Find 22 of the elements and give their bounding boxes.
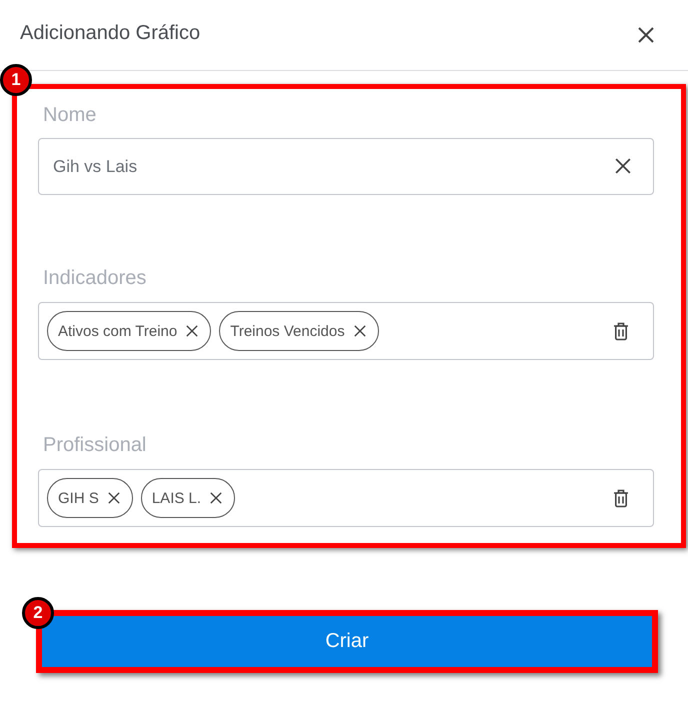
text-field[interactable]: Gih vs Lais	[38, 138, 654, 195]
step-badge: 2	[22, 597, 54, 629]
remove-icon[interactable]	[210, 492, 222, 504]
trash-icon[interactable]	[613, 322, 629, 340]
field-label: Nome	[43, 103, 98, 127]
dialog-title: Adicionando Gráfico	[20, 22, 200, 44]
chip-label: LAIS L.	[152, 490, 202, 506]
remove-icon[interactable]	[354, 325, 366, 337]
multi-select-field[interactable]: GIH S LAIS L.	[38, 469, 654, 527]
remove-icon[interactable]	[186, 325, 198, 337]
field-label: Indicadores	[43, 266, 148, 290]
chip-label: Ativos com Treino	[58, 322, 178, 340]
clear-icon[interactable]	[615, 158, 631, 174]
field-label: Profissional	[43, 433, 148, 457]
chip-label: GIH S	[58, 490, 99, 506]
chip-label: Treinos Vencidos	[230, 322, 345, 340]
multi-select-field[interactable]: Ativos com Treino Treinos Vencidos	[38, 302, 654, 360]
step-badge: 1	[0, 64, 32, 96]
remove-icon[interactable]	[108, 492, 120, 504]
trash-icon[interactable]	[613, 488, 629, 508]
close-icon[interactable]	[637, 26, 655, 44]
create-button[interactable]: Criar	[42, 616, 652, 667]
